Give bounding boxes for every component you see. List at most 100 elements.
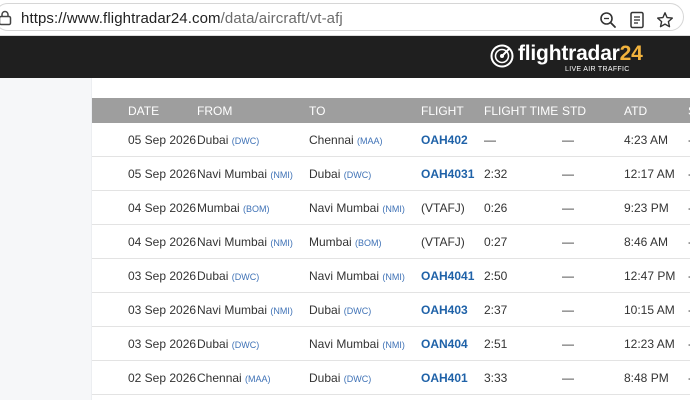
- from-airport-code[interactable]: (DWC): [232, 272, 260, 282]
- from-airport-code[interactable]: (DWC): [232, 136, 260, 146]
- flight-number[interactable]: OAH402: [421, 133, 468, 147]
- from-airport-code[interactable]: (NMI): [270, 170, 293, 180]
- cell-to: Navi Mumbai (NMI): [309, 258, 421, 293]
- logo-tagline: LIVE AIR TRAFFIC: [565, 66, 630, 73]
- table-row[interactable]: 03 Sep 2026 Navi Mumbai (NMI) Dubai (DWC) O…: [92, 292, 690, 327]
- cell-flight-time: 2:37: [484, 292, 562, 327]
- cell-from: Dubai (DWC): [197, 123, 309, 157]
- from-city[interactable]: Navi Mumbai: [197, 235, 267, 249]
- left-gutter: [0, 78, 92, 400]
- to-airport-code[interactable]: (NMI): [382, 272, 405, 282]
- from-city[interactable]: Navi Mumbai: [197, 167, 267, 181]
- cell-from: Mumbai (BOM): [197, 190, 309, 225]
- table-row[interactable]: 03 Sep 2026 Dubai (DWC) Navi Mumbai (NMI) O…: [92, 326, 690, 361]
- table-row[interactable]: 02 Sep 2026 Chennai (MAA) Dubai (DWC) OAH40…: [92, 360, 690, 395]
- from-city[interactable]: Dubai: [197, 269, 228, 283]
- from-city[interactable]: Chennai: [197, 371, 242, 385]
- col-header-flight-time[interactable]: FLIGHT TIME: [484, 98, 562, 123]
- site-info-icon[interactable]: [0, 10, 12, 26]
- table-row[interactable]: 03 Sep 2026 Dubai (DWC) Navi Mumbai (NMI) O…: [92, 258, 690, 293]
- flight-number[interactable]: OAN404: [421, 337, 468, 351]
- star-icon[interactable]: [656, 11, 674, 29]
- to-city[interactable]: Dubai: [309, 371, 340, 385]
- cell-to: Navi Mumbai (NMI): [309, 190, 421, 225]
- cell-to: Navi Mumbai (NMI): [309, 326, 421, 361]
- url-text[interactable]: https://www.flightradar24.com/data/aircr…: [21, 10, 343, 27]
- cell-from: Chennai (MAA): [197, 360, 309, 395]
- from-city[interactable]: Mumbai: [197, 201, 240, 215]
- cell-from: Navi Mumbai (NMI): [197, 224, 309, 259]
- logo-main: flightradar: [518, 42, 620, 65]
- col-header-flight[interactable]: FLIGHT: [421, 98, 484, 123]
- table-row[interactable]: 04 Sep 2026 Mumbai (BOM) Navi Mumbai (NMI)…: [92, 190, 690, 225]
- to-city[interactable]: Navi Mumbai: [309, 269, 379, 283]
- to-airport-code[interactable]: (DWC): [344, 306, 372, 316]
- flight-number[interactable]: OAH4041: [421, 269, 474, 283]
- from-airport-code[interactable]: (NMI): [270, 306, 293, 316]
- cell-flight-time: 2:32: [484, 156, 562, 191]
- to-airport-code[interactable]: (DWC): [344, 374, 372, 384]
- col-header-date[interactable]: DATE: [128, 98, 197, 123]
- flight-number[interactable]: OAH4031: [421, 167, 474, 181]
- cell-flight: OAH4041: [421, 258, 484, 293]
- to-airport-code[interactable]: (MAA): [357, 136, 383, 146]
- row-spacer: [92, 190, 128, 225]
- table-row[interactable]: 04 Sep 2026 Navi Mumbai (NMI) Mumbai (BOM)…: [92, 224, 690, 259]
- from-airport-code[interactable]: (MAA): [245, 374, 271, 384]
- flight-number: (VTAFJ): [421, 234, 465, 249]
- from-city[interactable]: Dubai: [197, 133, 228, 147]
- to-city[interactable]: Mumbai: [309, 235, 352, 249]
- cell-date: 04 Sep 2026: [128, 190, 197, 225]
- from-airport-code[interactable]: (BOM): [243, 204, 270, 214]
- row-spacer: [92, 326, 128, 361]
- to-airport-code[interactable]: (NMI): [382, 204, 405, 214]
- cell-from: Navi Mumbai (NMI): [197, 156, 309, 191]
- to-airport-code[interactable]: (NMI): [382, 340, 405, 350]
- col-header-std[interactable]: STD: [562, 98, 624, 123]
- to-city[interactable]: Navi Mumbai: [309, 337, 379, 351]
- url-field[interactable]: https://www.flightradar24.com/data/aircr…: [0, 3, 684, 31]
- flightradar24-logo[interactable]: flightradar24 LIVE AIR TRAFFIC: [490, 42, 660, 74]
- cell-std: —: [562, 156, 624, 191]
- cell-date: 05 Sep 2026: [128, 156, 197, 191]
- cell-std: —: [562, 326, 624, 361]
- row-spacer: [92, 123, 128, 157]
- to-city[interactable]: Navi Mumbai: [309, 201, 379, 215]
- logo-accent: 24: [619, 42, 643, 65]
- url-path: /data/aircraft/vt-afj: [220, 10, 343, 27]
- row-spacer: [92, 258, 128, 293]
- from-airport-code[interactable]: (DWC): [232, 340, 260, 350]
- from-airport-code[interactable]: (NMI): [270, 238, 293, 248]
- from-city[interactable]: Navi Mumbai: [197, 303, 267, 317]
- reader-mode-icon[interactable]: [628, 11, 646, 29]
- url-host: https://www.flightradar24.com: [21, 10, 221, 27]
- col-header-from[interactable]: FROM: [197, 98, 309, 123]
- to-city[interactable]: Chennai: [309, 133, 354, 147]
- col-header-atd[interactable]: ATD: [624, 98, 688, 123]
- cell-flight-time: 2:50: [484, 258, 562, 293]
- row-spacer: [92, 360, 128, 395]
- flight-history-table: DATE FROM TO FLIGHT FLIGHT TIME STD ATD …: [92, 98, 690, 395]
- cell-flight-time: 3:33: [484, 360, 562, 395]
- flight-number[interactable]: OAH401: [421, 371, 468, 385]
- cell-std: —: [562, 123, 624, 157]
- cell-std: —: [562, 224, 624, 259]
- cell-std: —: [562, 190, 624, 225]
- flight-number: (VTAFJ): [421, 200, 465, 215]
- cell-to: Dubai (DWC): [309, 156, 421, 191]
- flight-number[interactable]: OAH403: [421, 303, 468, 317]
- to-city[interactable]: Dubai: [309, 167, 340, 181]
- col-header-to[interactable]: TO: [309, 98, 421, 123]
- to-airport-code[interactable]: (BOM): [355, 238, 382, 248]
- search-icon[interactable]: [599, 11, 617, 29]
- table-row[interactable]: 05 Sep 2026 Navi Mumbai (NMI) Dubai (DWC) O…: [92, 156, 690, 191]
- from-city[interactable]: Dubai: [197, 337, 228, 351]
- to-airport-code[interactable]: (DWC): [344, 170, 372, 180]
- cell-std: —: [562, 258, 624, 293]
- cell-flight: OAH402: [421, 123, 484, 157]
- cell-flight: OAN404: [421, 326, 484, 361]
- table-row[interactable]: 05 Sep 2026 Dubai (DWC) Chennai (MAA) OAH40…: [92, 123, 690, 157]
- cell-flight: (VTAFJ): [421, 224, 484, 259]
- to-city[interactable]: Dubai: [309, 303, 340, 317]
- cell-atd: 12:23 AM: [624, 326, 688, 361]
